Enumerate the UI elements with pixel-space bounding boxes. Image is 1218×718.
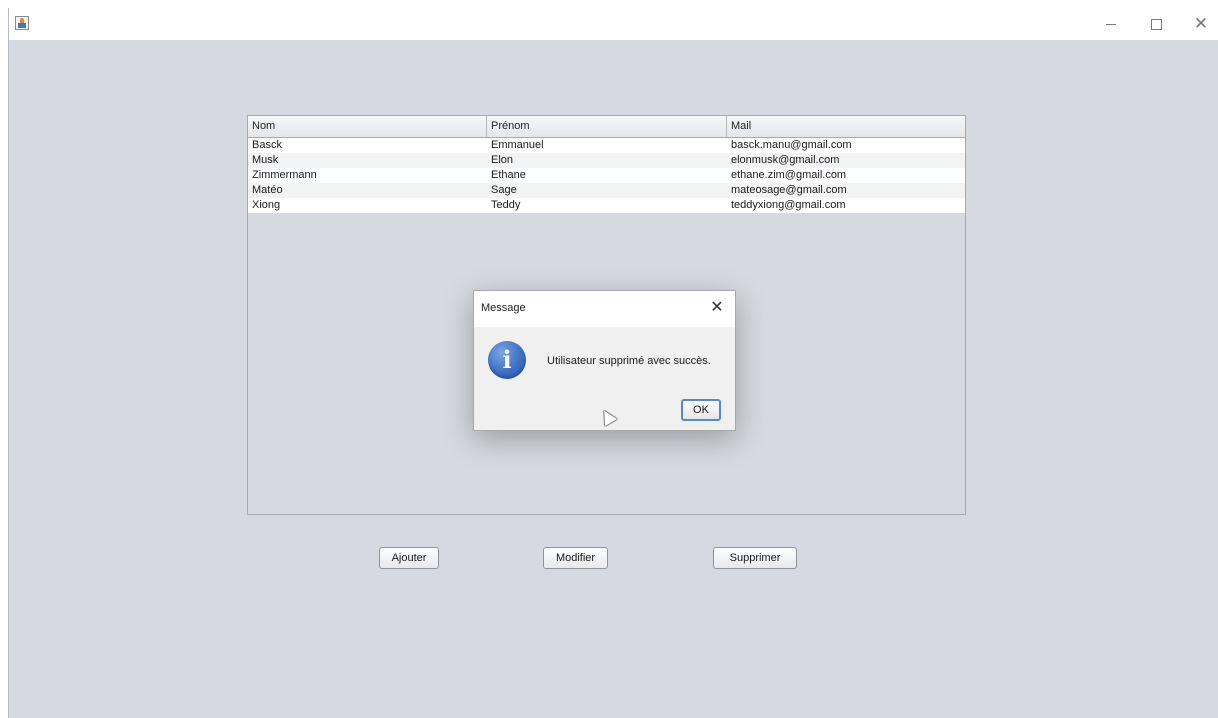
minimize-button[interactable]: [1091, 8, 1131, 40]
cell-prenom: Teddy: [491, 199, 521, 211]
cell-prenom: Emmanuel: [491, 139, 544, 151]
cell-prenom: Sage: [491, 184, 517, 196]
cell-nom: Basck: [252, 139, 282, 151]
edit-button[interactable]: Modifier: [543, 547, 608, 569]
title-bar: ✕: [9, 8, 1218, 40]
java-app-icon[interactable]: [15, 16, 29, 30]
table-row[interactable]: Zimmermann Ethane ethane.zim@gmail.com: [248, 168, 965, 183]
dialog-title-bar: Message ✕: [474, 291, 735, 327]
add-button[interactable]: Ajouter: [379, 547, 439, 569]
cell-prenom: Ethane: [491, 169, 526, 181]
column-header-mail[interactable]: Mail: [727, 116, 965, 137]
cell-mail: basck.manu@gmail.com: [731, 139, 852, 151]
column-header-prenom[interactable]: Prénom: [487, 116, 727, 137]
information-icon: i: [488, 341, 526, 379]
cell-nom: Zimmermann: [252, 169, 317, 181]
close-icon: ✕: [710, 299, 724, 316]
cell-prenom: Elon: [491, 154, 514, 166]
cell-nom: Xiong: [252, 199, 281, 211]
cell-mail: teddyxiong@gmail.com: [731, 199, 846, 211]
dialog-title: Message: [481, 302, 526, 314]
minimize-icon: [1106, 23, 1116, 25]
table-header: Nom Prénom Mail: [248, 116, 965, 138]
table-row[interactable]: Musk Elon elonmusk@gmail.com: [248, 153, 965, 168]
column-header-nom[interactable]: Nom: [248, 116, 487, 137]
cell-mail: ethane.zim@gmail.com: [731, 169, 847, 181]
table-row[interactable]: Xiong Teddy teddyxiong@gmail.com: [248, 198, 965, 213]
table-row[interactable]: Basck Emmanuel basck.manu@gmail.com: [248, 138, 965, 153]
dialog-close-button[interactable]: ✕: [707, 297, 727, 319]
table-row[interactable]: Matéo Sage mateosage@gmail.com: [248, 183, 965, 198]
cell-mail: mateosage@gmail.com: [731, 184, 847, 196]
cell-nom: Matéo: [252, 184, 283, 196]
cell-nom: Musk: [252, 154, 279, 166]
close-icon: ✕: [1193, 14, 1209, 33]
cell-mail: elonmusk@gmail.com: [731, 154, 840, 166]
dialog-message: Utilisateur supprimé avec succès.: [547, 355, 711, 367]
maximize-button[interactable]: [1136, 8, 1176, 40]
window-close-button[interactable]: ✕: [1181, 8, 1218, 40]
ok-button[interactable]: OK: [681, 399, 721, 421]
delete-button[interactable]: Supprimer: [713, 547, 797, 569]
maximize-icon: [1150, 18, 1162, 30]
